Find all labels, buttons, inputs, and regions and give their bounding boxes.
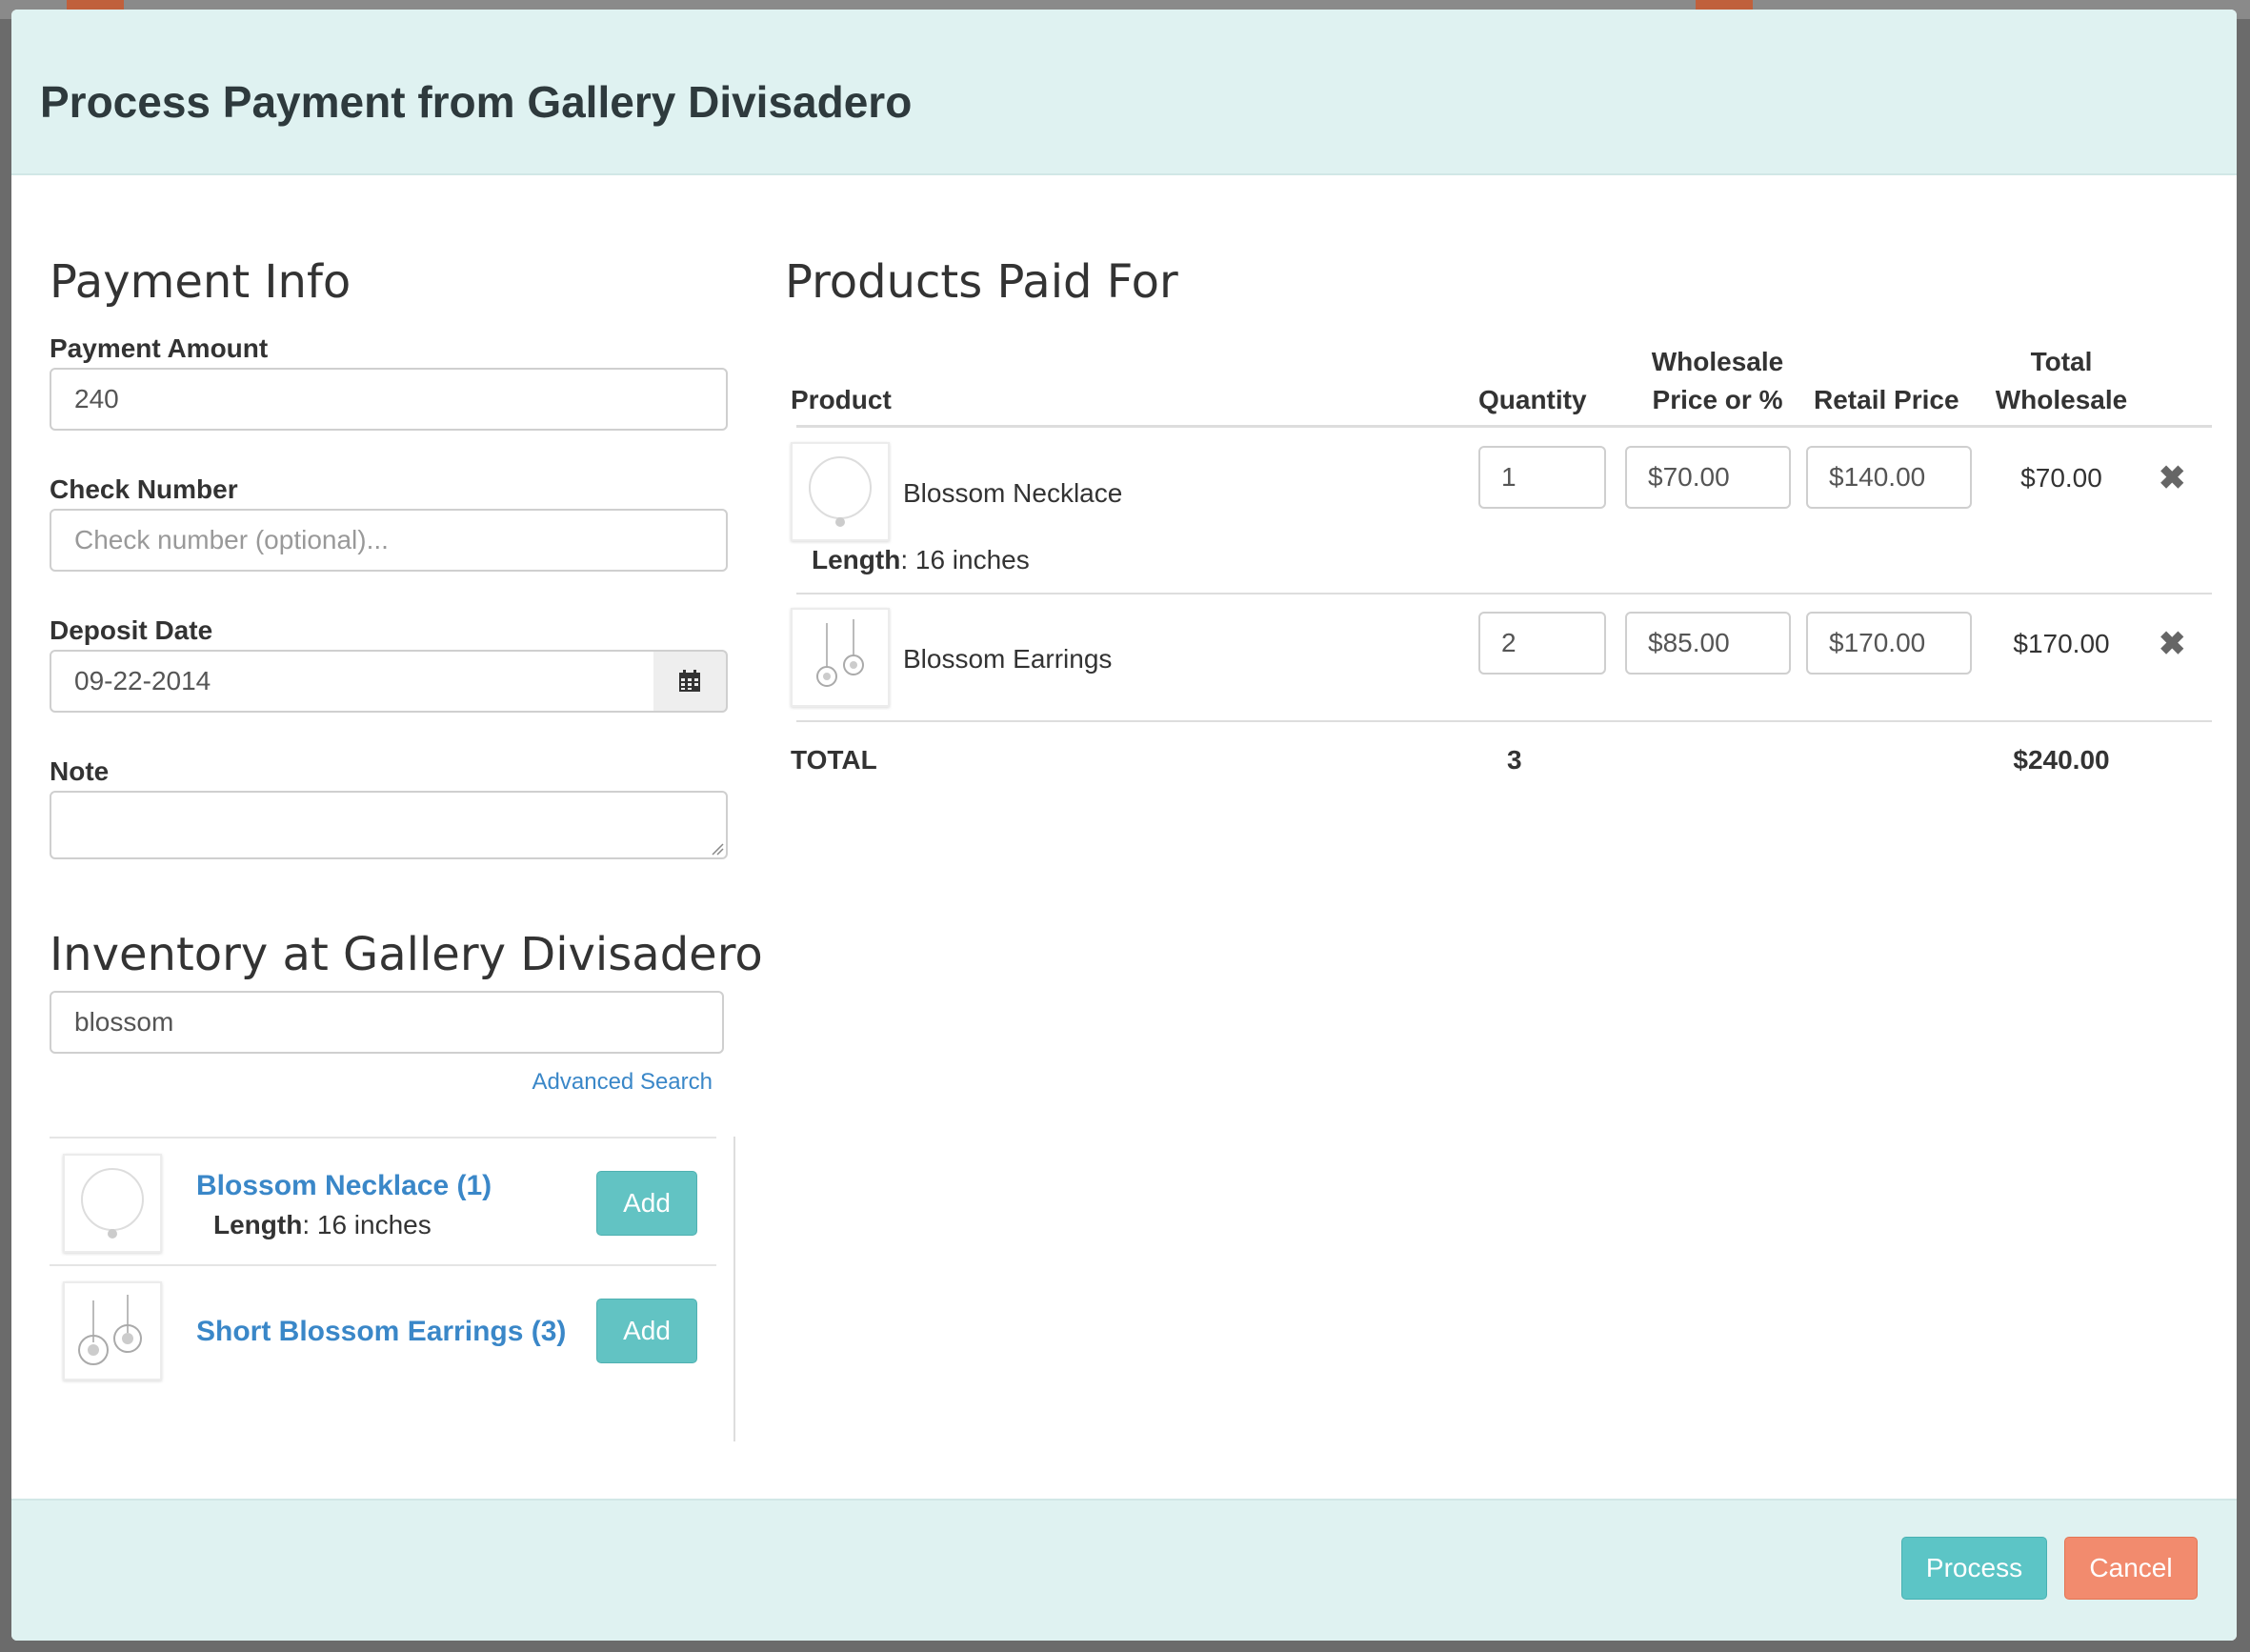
quantity-input[interactable]: 1 [1478,446,1606,509]
inventory-heading: Inventory at Gallery Divisadero [50,928,763,981]
inventory-results-list[interactable]: Blossom Necklace (1) Length: 16 inches A… [50,1137,735,1441]
inventory-item-attribute: Length: 16 inches [213,1210,432,1240]
attribute-label: Length [812,545,901,574]
attribute-value: : 16 inches [900,545,1030,574]
row-divider [796,720,2212,722]
payment-amount-label: Payment Amount [50,333,269,363]
modal-header: Process Payment from Gallery Divisadero [11,10,2237,175]
add-button[interactable]: Add [596,1299,697,1363]
resize-handle-icon[interactable] [709,840,724,856]
process-payment-modal: Process Payment from Gallery Divisadero … [11,10,2237,1641]
earrings-icon [816,619,864,687]
deposit-date-input[interactable]: 09-22-2014 [50,650,665,713]
attribute-label: Length [213,1210,303,1239]
table-header-divider [796,425,2212,428]
column-header-wholesale-line2: Price or % [1652,385,1783,414]
retail-price-input[interactable]: $140.00 [1806,446,1972,509]
wholesale-price-input[interactable]: $70.00 [1625,446,1791,509]
earrings-icon [78,1295,142,1365]
inventory-item-name[interactable]: Blossom Necklace (1) [196,1170,492,1202]
column-header-wholesale-line1: Wholesale [1651,347,1784,376]
row-total-wholesale: $70.00 [2020,463,2102,493]
necklace-icon [81,1168,144,1239]
close-icon: ✖ [2159,626,2186,662]
check-number-label: Check Number [50,474,238,504]
necklace-thumbnail [791,442,890,541]
row-total-wholesale: $170.00 [2013,629,2110,658]
retail-price-input[interactable]: $170.00 [1806,612,1972,675]
process-button[interactable]: Process [1901,1537,2047,1600]
column-header-wholesale: Wholesale Price or % [1627,343,1808,419]
payment-amount-input[interactable]: 240 [50,368,728,431]
modal-title: Process Payment from Gallery Divisadero [40,77,913,127]
deposit-date-label: Deposit Date [50,615,213,645]
calendar-icon [679,670,700,692]
wholesale-price-input[interactable]: $85.00 [1625,612,1791,675]
advanced-search-link[interactable]: Advanced Search [532,1069,713,1096]
check-number-input[interactable]: Check number (optional)... [50,509,728,572]
earrings-thumbnail [791,608,890,707]
inventory-search-input[interactable]: blossom [50,991,724,1054]
inventory-item: Short Blossom Earrings (3) Add [50,1264,716,1394]
total-quantity: 3 [1507,745,1522,775]
product-name: Blossom Earrings [903,644,1113,674]
note-textarea[interactable] [50,791,728,859]
close-icon: ✖ [2159,460,2186,496]
necklace-thumbnail [63,1154,162,1253]
column-header-total: Total Wholesale [1979,343,2143,419]
product-attribute: Length: 16 inches [812,545,1030,575]
quantity-input[interactable]: 2 [1478,612,1606,675]
column-header-quantity: Quantity [1478,385,1587,414]
remove-row-button[interactable]: ✖ [2159,625,2186,663]
column-header-total-line2: Wholesale [1995,385,2128,414]
total-label: TOTAL [791,745,877,775]
add-button[interactable]: Add [596,1171,697,1236]
necklace-icon [809,456,872,527]
products-heading: Products Paid For [785,255,1178,309]
calendar-button[interactable] [653,650,728,713]
inventory-item-name[interactable]: Short Blossom Earrings (3) [196,1316,566,1348]
total-wholesale: $240.00 [2013,745,2110,775]
inventory-item: Blossom Necklace (1) Length: 16 inches A… [50,1137,716,1266]
attribute-value: : 16 inches [302,1210,432,1239]
column-header-total-line1: Total [2030,347,2093,376]
column-header-retail: Retail Price [1814,385,1959,414]
cancel-button[interactable]: Cancel [2064,1537,2198,1600]
remove-row-button[interactable]: ✖ [2159,459,2186,497]
row-divider [796,593,2212,594]
column-header-product: Product [791,385,892,414]
payment-info-heading: Payment Info [50,255,352,309]
earrings-thumbnail [63,1281,162,1380]
product-name: Blossom Necklace [903,478,1123,508]
note-label: Note [50,756,110,786]
